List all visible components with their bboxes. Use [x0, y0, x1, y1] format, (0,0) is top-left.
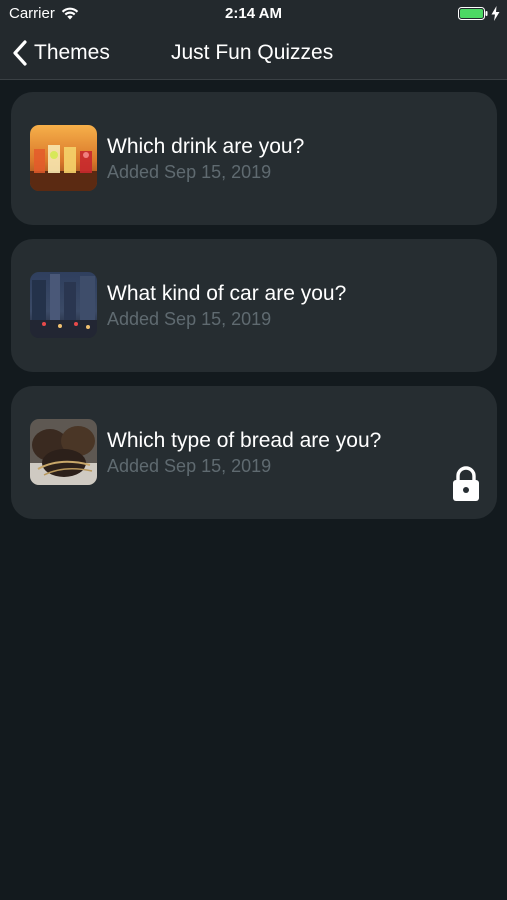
quiz-title: Which drink are you?	[107, 135, 305, 158]
quiz-card-bread[interactable]: Which type of bread are you? Added Sep 1…	[11, 386, 497, 519]
quiz-card-drink[interactable]: Which drink are you? Added Sep 15, 2019	[11, 92, 497, 225]
status-bar: Carrier 2:14 AM	[0, 0, 507, 28]
screen: Carrier 2:14 AM Themes Just Fun Quizzes	[0, 0, 507, 900]
back-button-label: Themes	[34, 41, 110, 64]
quiz-title: Which type of bread are you?	[107, 429, 382, 452]
city-street-thumbnail	[30, 272, 97, 338]
lock-icon	[453, 466, 479, 501]
battery-icon	[458, 7, 488, 20]
page-title: Just Fun Quizzes	[171, 41, 334, 64]
quiz-date: Added Sep 15, 2019	[107, 162, 272, 182]
bread-thumbnail	[30, 419, 97, 485]
navigation-bar: Themes Just Fun Quizzes	[0, 28, 507, 80]
quiz-title: What kind of car are you?	[107, 282, 347, 305]
charging-bolt-icon	[491, 6, 500, 21]
drinks-thumbnail	[30, 125, 97, 191]
chevron-left-icon	[13, 40, 27, 66]
quiz-date: Added Sep 15, 2019	[107, 309, 272, 329]
quiz-date: Added Sep 15, 2019	[107, 456, 272, 476]
back-button[interactable]: Themes	[12, 38, 110, 68]
quiz-card-car[interactable]: What kind of car are you? Added Sep 15, …	[11, 239, 497, 372]
status-time: 2:14 AM	[225, 5, 282, 22]
quiz-list: Which drink are you? Added Sep 15, 2019	[11, 92, 497, 533]
